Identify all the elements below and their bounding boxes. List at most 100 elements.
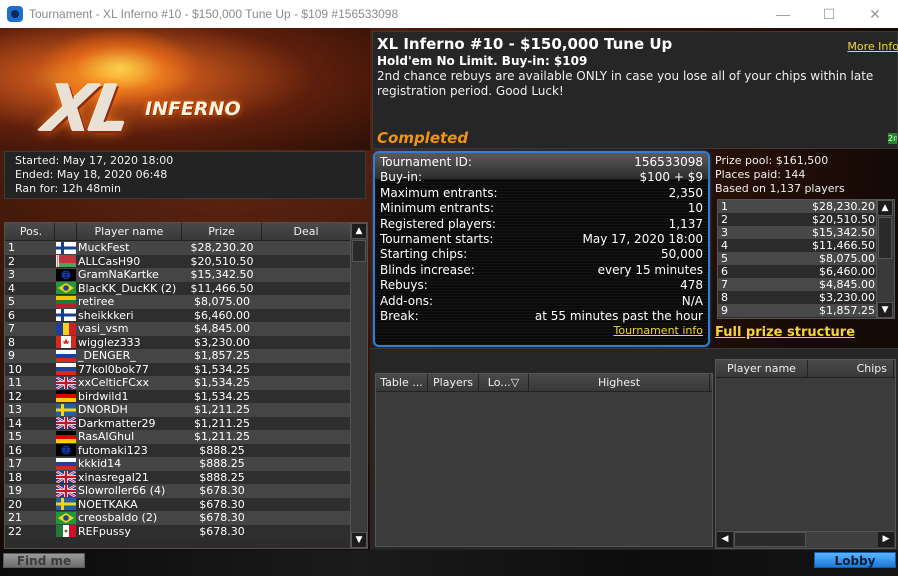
player-name: BlacKK_DucKK (2) — [78, 281, 177, 295]
player-row[interactable]: 17 kkkid14 $888.25 — [5, 457, 351, 471]
player-position: 16 — [8, 443, 22, 457]
player-name: GramNaKartke — [78, 268, 159, 281]
detail-label: Break: — [380, 309, 419, 324]
player-deal — [262, 268, 351, 282]
scroll-thumb[interactable] — [878, 217, 892, 259]
player-row[interactable]: 14 Darkmatter29 $1,211.25 — [5, 416, 351, 430]
find-me-button[interactable]: Find me — [3, 553, 85, 568]
col-player-name[interactable]: Player name — [77, 223, 182, 240]
scroll-up-icon[interactable]: ▲ — [877, 200, 893, 216]
player-name: RasAIGhul — [78, 430, 135, 443]
player-row[interactable]: 2 ALLCasH90 $20,510.50 — [5, 254, 351, 268]
player-name: 77kol0bok77 — [78, 362, 149, 376]
player-prize: $4,845.00 — [194, 322, 250, 335]
detail-value: at 55 minutes past the hour — [534, 309, 703, 324]
col-prize[interactable]: Prize — [182, 223, 262, 240]
prize-row[interactable]: 10-12 $1,534.25 — [718, 317, 878, 318]
brazil-flag-icon — [55, 282, 77, 296]
player-row[interactable]: 20 NOETKAKA $678.30 — [5, 497, 351, 511]
player-row[interactable]: 21 creosbaldo (2) $678.30 — [5, 511, 351, 525]
col-chips[interactable]: Chips — [808, 360, 894, 377]
lobby-button[interactable]: Lobby — [814, 552, 896, 568]
player-prize: $28,230.20 — [190, 241, 254, 254]
maximize-button[interactable]: ☐ — [806, 0, 852, 28]
full-prize-structure-link[interactable]: Full prize structure — [715, 325, 855, 340]
player-row[interactable]: 5 retiree $8,075.00 — [5, 295, 351, 309]
player-prize: $1,534.25 — [194, 362, 250, 376]
player-position: 22 — [8, 524, 22, 538]
player-row[interactable]: 15 RasAIGhul $1,211.25 — [5, 430, 351, 444]
tournament-info-link[interactable]: Tournament info — [380, 324, 704, 337]
player-row[interactable]: 1 MuckFest $28,230.20 — [5, 241, 351, 255]
table-players-grid[interactable]: Player name Chips ◀ ▶ — [715, 359, 896, 549]
prize-row[interactable]: 6 $6,460.00 — [718, 265, 878, 278]
more-info-link[interactable]: More Info — [847, 40, 898, 53]
col-flag[interactable] — [55, 223, 77, 240]
player-deal — [262, 241, 351, 255]
col-lowest-label: Lo... — [487, 376, 511, 389]
prize-row[interactable]: 2 $20,510.50 — [718, 213, 878, 226]
player-row[interactable]: 9 _DENGER_ $1,857.25 — [5, 349, 351, 363]
player-name: _DENGER_ — [78, 349, 136, 362]
scroll-right-icon[interactable]: ▶ — [878, 532, 894, 547]
germany-flag-icon — [55, 390, 77, 404]
player-prize: $678.30 — [199, 524, 245, 538]
prize-row[interactable]: 4 $11,466.50 — [718, 239, 878, 252]
prize-list-scrollbar[interactable]: ▲ ▼ — [876, 200, 894, 318]
player-prize: $678.30 — [199, 497, 245, 511]
prize-list[interactable]: 1 $28,230.20 2 $20,510.50 3 $15,342.50 4 $11,46… — [717, 199, 895, 319]
col-deal[interactable]: Deal — [262, 223, 351, 240]
table-players-hscroll[interactable]: ◀ ▶ — [717, 531, 894, 547]
player-row[interactable]: 16 futomaki123 $888.25 — [5, 443, 351, 457]
prize-row[interactable]: 7 $4,845.00 — [718, 278, 878, 291]
scroll-left-icon[interactable]: ◀ — [717, 532, 733, 547]
col-players[interactable]: Players — [428, 374, 479, 391]
player-row[interactable]: 10 77kol0bok77 $1,534.25 — [5, 362, 351, 376]
scroll-down-icon[interactable]: ▼ — [351, 532, 367, 548]
player-position: 21 — [8, 511, 22, 524]
player-deal — [262, 376, 351, 390]
player-name: Slowroller66 (4) — [78, 484, 166, 497]
detail-row: Add-ons: N/A — [380, 294, 703, 309]
detail-label: Starting chips: — [380, 247, 468, 262]
prize-amount: $1,534.25 — [819, 317, 875, 318]
player-row[interactable]: 12 birdwild1 $1,534.25 — [5, 389, 351, 404]
russia-flag-icon — [55, 457, 77, 471]
col-highest[interactable]: Highest — [529, 374, 710, 391]
scroll-down-icon[interactable]: ▼ — [877, 302, 893, 318]
world-flag-icon — [55, 268, 77, 282]
scroll-up-icon[interactable]: ▲ — [351, 223, 367, 239]
tables-grid[interactable]: Table ... Players Lo...▽ Highest — [375, 373, 713, 547]
prize-row[interactable]: 1 $28,230.20 — [718, 200, 878, 213]
scroll-thumb[interactable] — [352, 240, 366, 262]
player-prize: $20,510.50 — [190, 254, 254, 268]
player-row[interactable]: 8 wigglez333 $3,230.00 — [5, 335, 351, 349]
player-row[interactable]: 7 vasi_vsm $4,845.00 — [5, 322, 351, 336]
player-row[interactable]: 11 xxCelticFCxx $1,534.25 — [5, 376, 351, 390]
player-row[interactable]: 18 xinasregal21 $888.25 — [5, 470, 351, 484]
player-name: xinasregal21 — [78, 470, 149, 484]
player-row[interactable]: 6 sheikkkeri $6,460.00 — [5, 308, 351, 322]
minimize-button[interactable]: — — [760, 0, 806, 28]
prize-row[interactable]: 9 $1,857.25 — [718, 304, 878, 317]
prize-row[interactable]: 3 $15,342.50 — [718, 226, 878, 239]
player-row[interactable]: 13 DNORDH $1,211.25 — [5, 403, 351, 417]
col-lowest[interactable]: Lo...▽ — [479, 374, 529, 391]
detail-label: Tournament ID: — [380, 155, 472, 169]
player-row[interactable]: 19 Slowroller66 (4) $678.30 — [5, 484, 351, 498]
prize-amount: $8,075.00 — [819, 252, 875, 265]
col-table[interactable]: Table ... — [376, 374, 428, 391]
close-button[interactable]: ✕ — [852, 0, 898, 28]
player-row[interactable]: 4 BlacKK_DucKK (2) $11,466.50 — [5, 281, 351, 296]
player-row[interactable]: 22 REFpussy $678.30 — [5, 524, 351, 538]
players-header: Pos. Player name Prize Deal — [5, 223, 351, 241]
detail-value: 156533098 — [634, 155, 703, 169]
hscroll-thumb[interactable] — [734, 532, 806, 547]
col-tp-player-name[interactable]: Player name — [716, 360, 808, 377]
prize-row[interactable]: 5 $8,075.00 — [718, 252, 878, 265]
prize-place: 2 — [721, 213, 728, 226]
col-pos[interactable]: Pos. — [5, 223, 55, 240]
players-scrollbar[interactable]: ▲ ▼ — [350, 223, 367, 548]
prize-row[interactable]: 8 $3,230.00 — [718, 291, 878, 304]
player-row[interactable]: 3 GramNaKartke $15,342.50 — [5, 268, 351, 282]
